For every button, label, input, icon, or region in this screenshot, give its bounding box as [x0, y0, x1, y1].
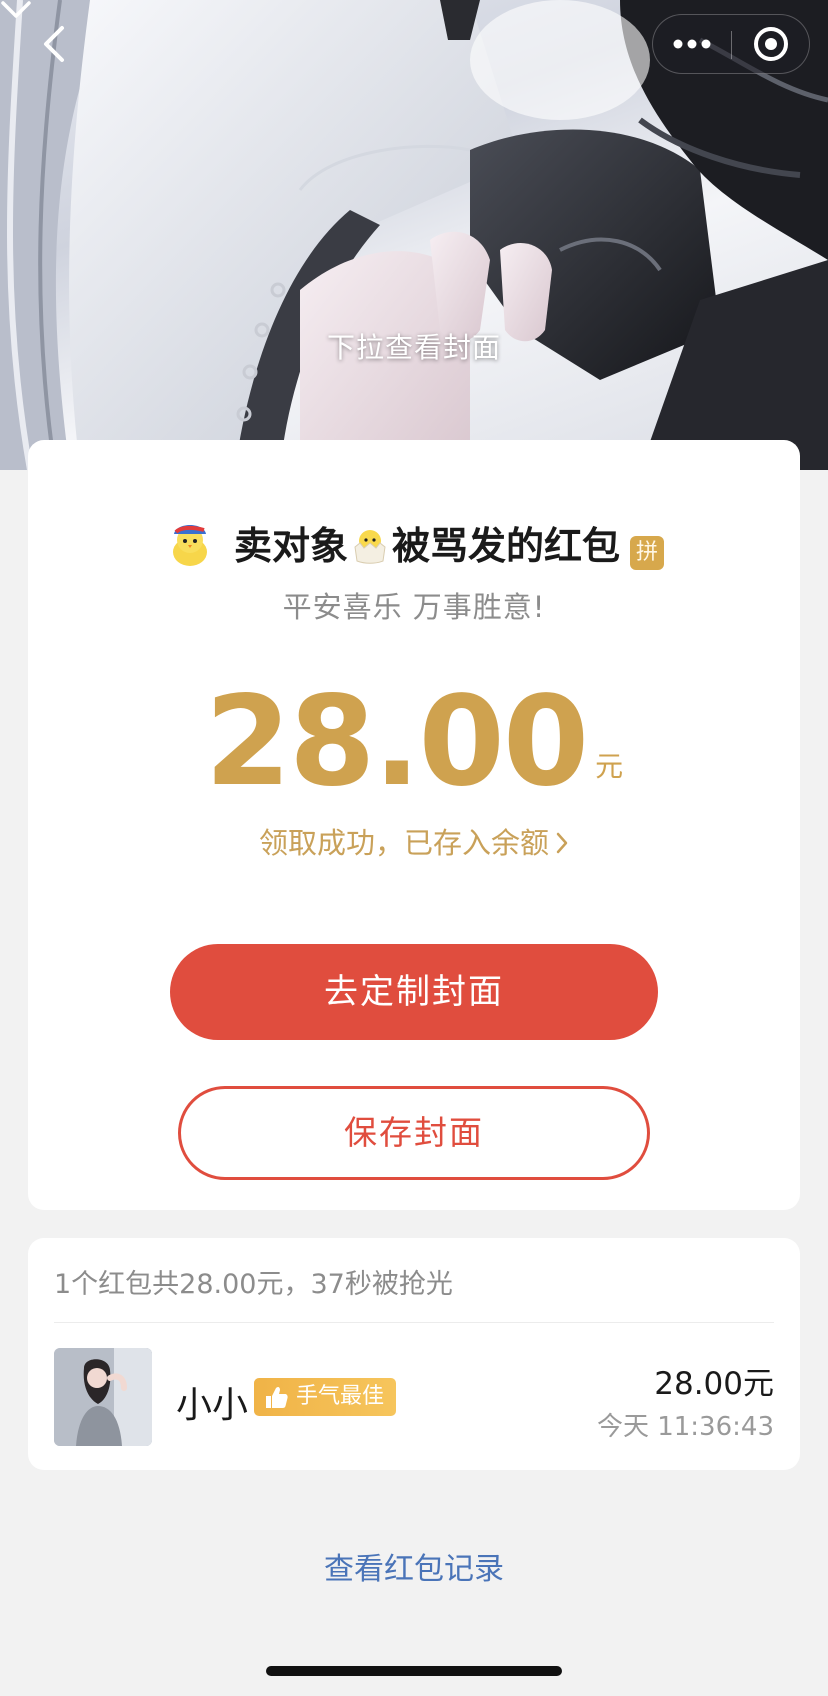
more-button[interactable] [653, 15, 731, 73]
received-status-text: 领取成功，已存入余额 [258, 826, 549, 860]
received-amount: 28.00 [204, 670, 589, 814]
back-button[interactable] [34, 22, 78, 66]
sender-title: 卖对象 被骂发的红包拼 [233, 515, 665, 570]
chevron-down-icon [1, 1, 31, 18]
mini-program-capsule [652, 14, 810, 74]
red-packet-detail-page: 下拉查看封面 卖对象 被骂发的红包 拼 平安喜乐 万事胜意! 28.00 元 领… [0, 0, 828, 1696]
best-luck-label: 手气最佳 [296, 1384, 385, 1409]
more-dots-icon [673, 39, 711, 49]
close-button[interactable] [732, 15, 810, 73]
sender-title-part2: 被骂发的红包 [392, 523, 621, 568]
pull-to-view-cover-hint: 下拉查看封面 [326, 331, 501, 364]
amount-unit: 元 [595, 750, 624, 783]
back-arrow-icon [44, 26, 64, 62]
claimer-avatar-image [54, 1348, 152, 1446]
cover-image[interactable]: 下拉查看封面 [0, 0, 828, 470]
save-cover-button[interactable]: 保存封面 [178, 1086, 650, 1180]
chevron-right-icon [556, 832, 568, 854]
hatching-chick-icon [354, 529, 386, 564]
claimer-avatar[interactable] [54, 1348, 152, 1446]
target-circle-icon [754, 27, 788, 61]
best-luck-badge: 手气最佳 [254, 1378, 397, 1416]
claimer-name: 小小 [176, 1385, 249, 1426]
chick-avatar-icon [172, 525, 207, 566]
claim-records-card: 1个红包共28.00元，37秒被抢光 小小 手气最佳 28.00元 今天 11:… [28, 1238, 800, 1470]
balance-link[interactable]: 领取成功，已存入余额 [28, 820, 800, 862]
claimed-amount: 28.00元 [654, 1366, 774, 1402]
thumbs-up-icon [266, 1386, 288, 1408]
records-summary: 1个红包共28.00元，37秒被抢光 [54, 1269, 453, 1300]
view-red-packet-history-link[interactable]: 查看红包记录 [0, 1544, 828, 1588]
blessing-text: 平安喜乐 万事胜意! [282, 590, 546, 624]
amount-row: 28.00 元 [28, 672, 800, 812]
group-packet-badge: 拼 [630, 535, 665, 570]
red-packet-card: 卖对象 被骂发的红包拼 平安喜乐 万事胜意! 28.00 元 领取成功，已存入余额… [28, 440, 800, 1210]
customize-cover-button[interactable]: 去定制封面 [170, 944, 658, 1040]
home-indicator [266, 1666, 562, 1676]
claimed-time: 今天 11:36:43 [596, 1412, 774, 1442]
sender-row: 卖对象 被骂发的红包拼 [28, 512, 800, 572]
sender-title-part1: 卖对象 [233, 523, 348, 568]
records-divider [54, 1322, 774, 1323]
